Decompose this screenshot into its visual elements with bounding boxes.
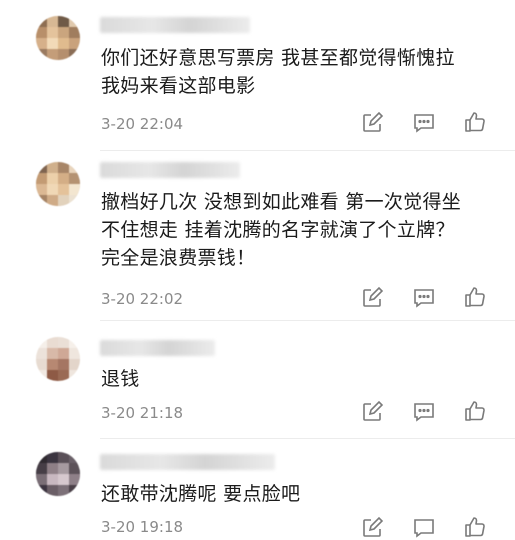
username[interactable] bbox=[100, 162, 240, 178]
comment-icon[interactable] bbox=[412, 111, 436, 135]
thumbs-up-icon[interactable] bbox=[463, 515, 487, 539]
comment-time: 3-20 22:02 bbox=[101, 290, 184, 308]
comment-text: 退钱 bbox=[101, 368, 140, 390]
edit-icon[interactable] bbox=[360, 400, 384, 424]
comment-time: 3-20 22:04 bbox=[101, 115, 184, 133]
avatar[interactable] bbox=[36, 337, 80, 381]
username[interactable] bbox=[100, 340, 215, 356]
edit-icon[interactable] bbox=[360, 516, 384, 540]
avatar[interactable] bbox=[36, 452, 80, 496]
comment-text: 撤档好几次 没想到如此难看 第一次觉得坐 不住想走 挂着沈腾的名字就演了个立牌？… bbox=[101, 191, 462, 269]
comment-item: 退钱 3-20 21:18 bbox=[0, 320, 515, 438]
comment-icon[interactable] bbox=[412, 516, 436, 540]
comment-item: 还敢带沈腾呢 要点脸吧 3-20 19:18 bbox=[0, 438, 515, 538]
comment-time: 3-20 19:18 bbox=[101, 518, 184, 536]
avatar[interactable] bbox=[36, 162, 80, 206]
comment-item: 撤档好几次 没想到如此难看 第一次觉得坐 不住想走 挂着沈腾的名字就演了个立牌？… bbox=[0, 150, 515, 320]
thumbs-up-icon[interactable] bbox=[463, 285, 487, 309]
edit-icon[interactable] bbox=[360, 111, 384, 135]
thumbs-up-icon[interactable] bbox=[463, 399, 487, 423]
comment-text: 你们还好意思写票房 我甚至都觉得惭愧拉 我妈来看这部电影 bbox=[101, 47, 455, 97]
thumbs-up-icon[interactable] bbox=[463, 110, 487, 134]
username[interactable] bbox=[100, 454, 275, 470]
avatar[interactable] bbox=[36, 16, 80, 60]
comment-icon[interactable] bbox=[412, 286, 436, 310]
comment-time: 3-20 21:18 bbox=[101, 404, 184, 422]
comment-icon[interactable] bbox=[412, 400, 436, 424]
comment-item: 你们还好意思写票房 我甚至都觉得惭愧拉 我妈来看这部电影 3-20 22:04 bbox=[0, 0, 515, 150]
edit-icon[interactable] bbox=[360, 286, 384, 310]
username[interactable] bbox=[100, 17, 250, 33]
comment-text: 还敢带沈腾呢 要点脸吧 bbox=[101, 483, 301, 505]
